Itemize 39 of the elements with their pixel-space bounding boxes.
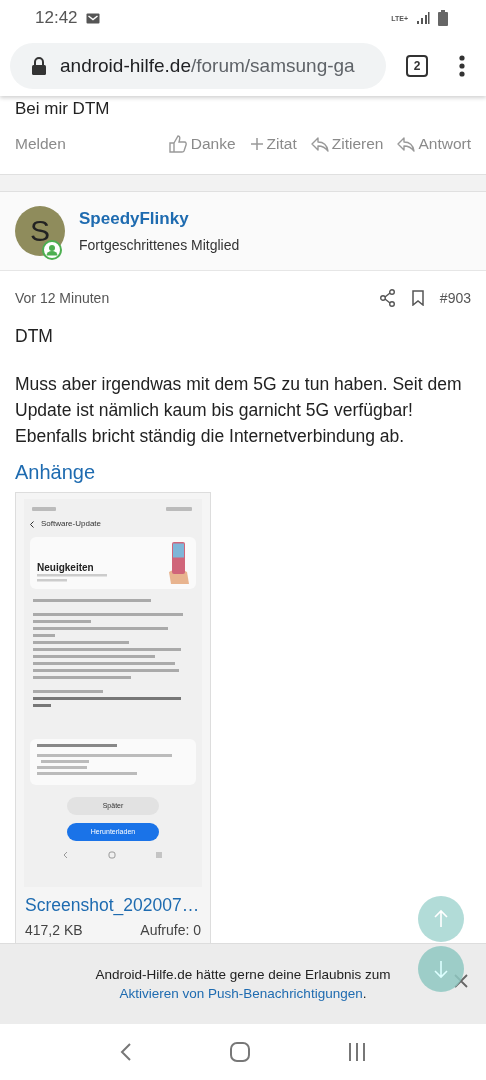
reply-icon	[397, 136, 416, 152]
attachments-heading: Anhänge	[15, 461, 97, 484]
avatar[interactable]: S	[15, 206, 65, 256]
post-action-link[interactable]: Antwort	[397, 135, 471, 153]
bookmark-icon[interactable]	[411, 290, 424, 306]
enable-push-link[interactable]: Aktivieren von Push-Benachrichtigungen	[119, 986, 363, 1001]
clock: 12:42	[35, 8, 78, 28]
user-rank: Fortgeschrittenes Mitglied	[79, 237, 240, 253]
post-action-link[interactable]: Zitieren	[310, 135, 384, 153]
battery-icon	[438, 10, 448, 26]
post-action-link[interactable]: Danke	[167, 134, 236, 154]
reply-icon	[310, 136, 329, 152]
recent-apps-icon[interactable]	[347, 1042, 368, 1062]
signal-icon	[416, 11, 430, 25]
attachment-name-link[interactable]: Screenshot_202007…	[16, 887, 210, 916]
share-icon[interactable]	[379, 289, 396, 307]
section-heading: Neuigkeiten	[37, 560, 95, 574]
mail-icon	[85, 12, 100, 24]
post-action-link[interactable]: Zitat	[249, 135, 297, 153]
username-link[interactable]: SpeedyFlinky	[79, 209, 240, 229]
back-icon[interactable]	[118, 1042, 133, 1062]
menu-icon[interactable]	[458, 55, 466, 77]
tab-count-button[interactable]: 2	[406, 55, 428, 77]
thumbs-up-icon	[167, 134, 188, 154]
post-text: Muss aber irgendwas mit dem 5G zu tun haben. Seit dem Update ist nämlich kaum bis garnicht 5G verfügbar! Ebenfalls bricht ständig die Internetverbindung ab.	[15, 373, 463, 448]
post-text: Bei mir DTM	[15, 98, 111, 120]
view-count: Aufrufe: 0	[140, 922, 201, 938]
post-number-link[interactable]: #903	[439, 290, 471, 306]
phone-in-hand-drawing	[167, 542, 189, 584]
file-size: 417,2 KB	[25, 922, 83, 938]
screen-title: Software-Update	[41, 519, 102, 529]
back-icon	[30, 520, 34, 528]
home-icon[interactable]	[230, 1042, 250, 1062]
address-bar[interactable]: android-hilfe.de/forum/samsung-ga	[10, 43, 386, 89]
report-link[interactable]: Melden	[15, 135, 66, 153]
post-text: DTM	[15, 325, 54, 348]
post-time: Vor 12 Minuten	[15, 290, 110, 306]
subtitle-lines-drawing	[37, 573, 107, 582]
plus-icon	[249, 137, 264, 151]
